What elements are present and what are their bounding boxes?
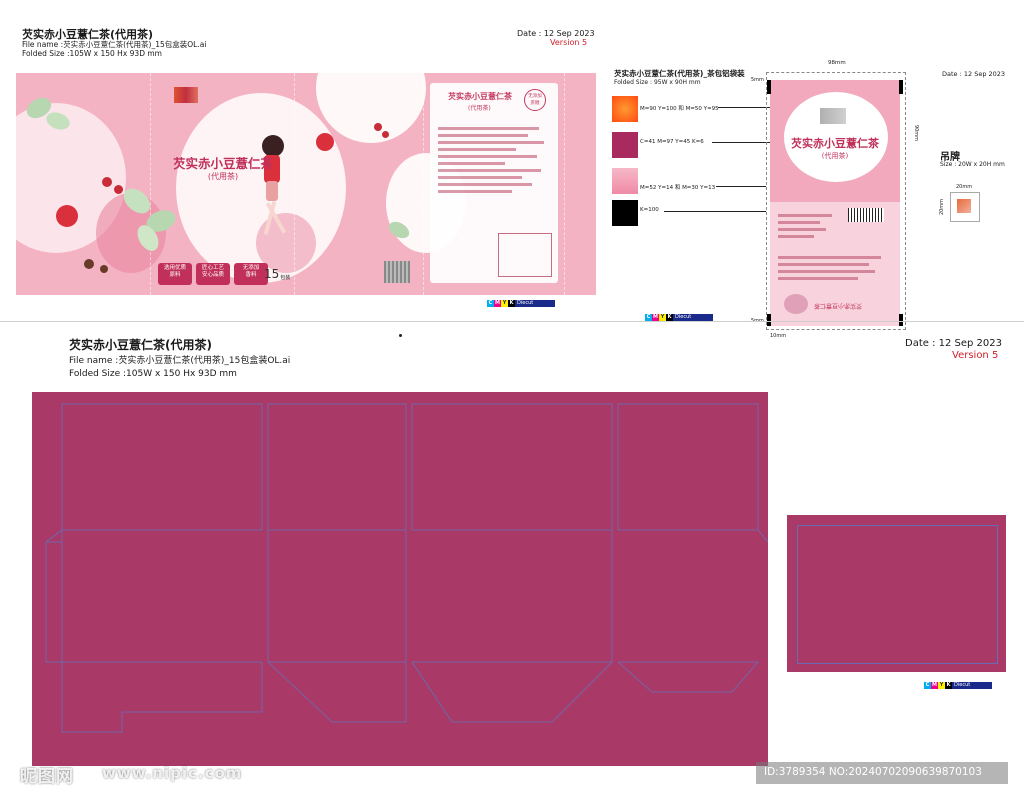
- sachet-folded-size: Folded Size : 95W x 90H mm: [614, 79, 701, 86]
- red-bean-icon: [114, 185, 123, 194]
- sachet-sub-name: (代用茶): [821, 152, 849, 160]
- box-dieline: [32, 392, 768, 766]
- sachet-margin-label: 5mm: [751, 77, 764, 83]
- watermark-site: 昵图网: [20, 767, 74, 787]
- top-date: Date : 12 Sep 2023: [517, 29, 595, 38]
- bottom-version: Version 5: [952, 350, 999, 361]
- red-bean-icon: [316, 133, 334, 151]
- swatch-orange-label: M=90 Y=100 和 M=50 Y=95: [640, 106, 719, 112]
- cmyk-mark-bottom: C M Y K Diecut: [924, 682, 992, 689]
- bean-icon: [100, 265, 108, 273]
- cmyk-mark-top: C M Y K Diecut: [487, 300, 555, 307]
- top-folded-size: Folded Size :105W x 150 Hx 93D mm: [22, 49, 162, 58]
- sachet-width-label: 98mm: [828, 60, 846, 66]
- pointer-line: [664, 211, 766, 212]
- red-bean-icon: [56, 205, 78, 227]
- sachet-back-name: 芡实赤小豆薏仁茶: [814, 302, 863, 309]
- red-bean-icon: [374, 123, 382, 131]
- barcode: [384, 261, 410, 283]
- bottom-folded-size: Folded Size :105W x 150 Hx 93D mm: [69, 369, 237, 379]
- sachet-product-name: 芡实赤小豆薏仁茶: [791, 137, 879, 150]
- hangtag-card: [950, 192, 980, 222]
- swatch-magenta-label: C=41 M=97 Y=45 K=6: [640, 139, 704, 145]
- nutrition-table: [498, 233, 552, 277]
- product-subname: (代用茶): [207, 172, 239, 181]
- hangtag-size: Size : 20W x 20H mm: [940, 161, 1005, 168]
- box-artwork: 芡实赤小豆薏仁茶 (代用茶) 选用优质 原料 匠心工艺 安心品质 无添加 香料 …: [16, 73, 596, 295]
- hangtag-height: 20mm: [939, 198, 946, 216]
- top-version: Version 5: [550, 38, 588, 47]
- watermark-url: www.nipic.com: [102, 764, 243, 782]
- bottom-title: 芡实赤小豆薏仁茶(代用茶): [69, 338, 212, 352]
- hangtag-dieline: [787, 515, 1006, 672]
- swatch-pink: [612, 168, 638, 194]
- info-panel: 芡实赤小豆薏仁茶 (代用茶) 无添加 蔗糖: [430, 83, 558, 283]
- pointer-line: [716, 186, 766, 187]
- badge-no-additive: 无添加 香料: [234, 263, 268, 285]
- sachet-height-label: 90mm: [913, 124, 920, 142]
- badge-craft: 匠心工艺 安心品质: [196, 263, 230, 285]
- product-name: 芡实赤小豆薏仁茶: [172, 156, 273, 171]
- dot-mark: [399, 334, 402, 337]
- cmyk-mark-sachet: C M Y K Diecut: [645, 314, 713, 321]
- girl-illustration: [248, 129, 288, 239]
- watermark-id: ID:3789354 NO:20240702090639870103: [764, 766, 982, 778]
- sachet-back: 芡实赤小豆薏仁茶: [770, 202, 900, 326]
- side-subtitle: (代用茶): [468, 105, 491, 112]
- swatch-black: [612, 200, 638, 226]
- sachet-barcode: [848, 208, 884, 222]
- sachet-front: 芡实赤小豆薏仁茶 (代用茶): [770, 80, 900, 202]
- no-sugar-seal: 无添加 蔗糖: [524, 89, 546, 111]
- hangtag-width: 20mm: [956, 184, 973, 190]
- swatch-magenta: [612, 132, 638, 158]
- badge-quality: 选用优质 原料: [158, 263, 192, 285]
- sachet-bottom-label: 10mm: [770, 333, 787, 339]
- swatch-pink-label: M=52 Y=14 和 M=30 Y=13: [640, 185, 716, 191]
- bottom-date: Date : 12 Sep 2023: [905, 338, 1003, 349]
- sachet-date: Date : 12 Sep 2023: [942, 70, 1006, 78]
- red-bean-icon: [382, 131, 389, 138]
- sachet-title: 芡实赤小豆薏仁茶(代用茶)_茶包铝袋装: [614, 69, 745, 78]
- red-bean-icon: [102, 177, 112, 187]
- count-unit: 包装: [280, 275, 291, 281]
- side-title: 芡实赤小豆薏仁茶: [448, 92, 512, 101]
- swatch-black-label: K=100: [640, 207, 659, 213]
- bottom-file-name: File name :芡实赤小豆薏仁茶(代用茶)_15包盒装OL.ai: [69, 356, 291, 366]
- swatch-orange: [612, 96, 638, 122]
- bean-icon: [84, 259, 94, 269]
- brand-logo: [174, 87, 198, 103]
- count-number: 15: [264, 267, 280, 281]
